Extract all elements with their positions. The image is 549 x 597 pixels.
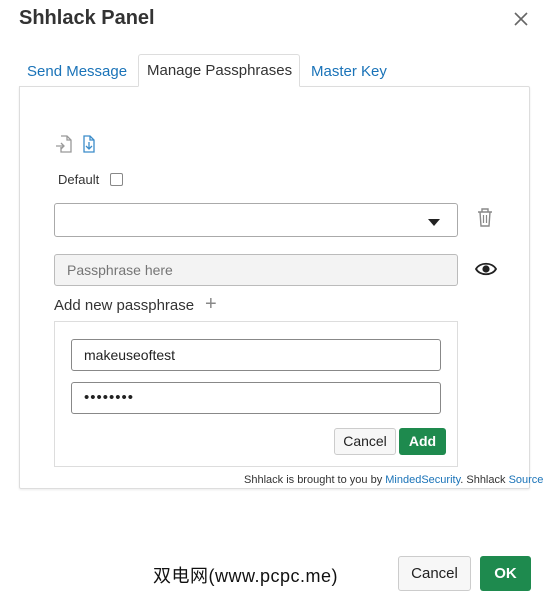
trash-icon[interactable] (476, 207, 494, 228)
source-link[interactable]: Source (509, 474, 544, 486)
cancel-add-button[interactable]: Cancel (334, 428, 396, 455)
footer-prefix: Shhlack is brought to you by (244, 474, 386, 486)
dialog-title: Shhlack Panel (19, 7, 155, 29)
tab-send-message[interactable]: Send Message (27, 63, 127, 80)
new-passphrase-name-field[interactable]: makeuseoftest (71, 339, 441, 371)
cancel-button[interactable]: Cancel (398, 556, 471, 591)
default-checkbox[interactable] (110, 173, 123, 186)
watermark: 双电网(www.pcpc.me) (153, 566, 339, 586)
eye-icon[interactable] (475, 260, 497, 278)
export-icon[interactable] (79, 134, 99, 154)
add-button[interactable]: Add (399, 428, 446, 455)
close-icon[interactable] (510, 8, 532, 30)
mindedsecurity-link[interactable]: MindedSecurity (385, 474, 460, 486)
default-label: Default (58, 172, 100, 187)
footer-middle: . Shhlack (460, 474, 509, 486)
passphrase-select[interactable] (54, 203, 458, 237)
passphrase-input[interactable] (54, 254, 458, 286)
new-passphrase-secret-field[interactable]: •••••••• (71, 382, 441, 414)
ok-button[interactable]: OK (480, 556, 531, 591)
import-icon[interactable] (54, 134, 74, 154)
footer-credits: Shhlack is brought to you by MindedSecur… (244, 474, 543, 486)
plus-icon[interactable]: + (205, 293, 217, 316)
chevron-down-icon (428, 219, 440, 226)
tab-manage-passphrases[interactable]: Manage Passphrases (138, 54, 300, 87)
add-new-passphrase-label: Add new passphrase (54, 297, 195, 314)
tab-master-key[interactable]: Master Key (311, 63, 387, 80)
